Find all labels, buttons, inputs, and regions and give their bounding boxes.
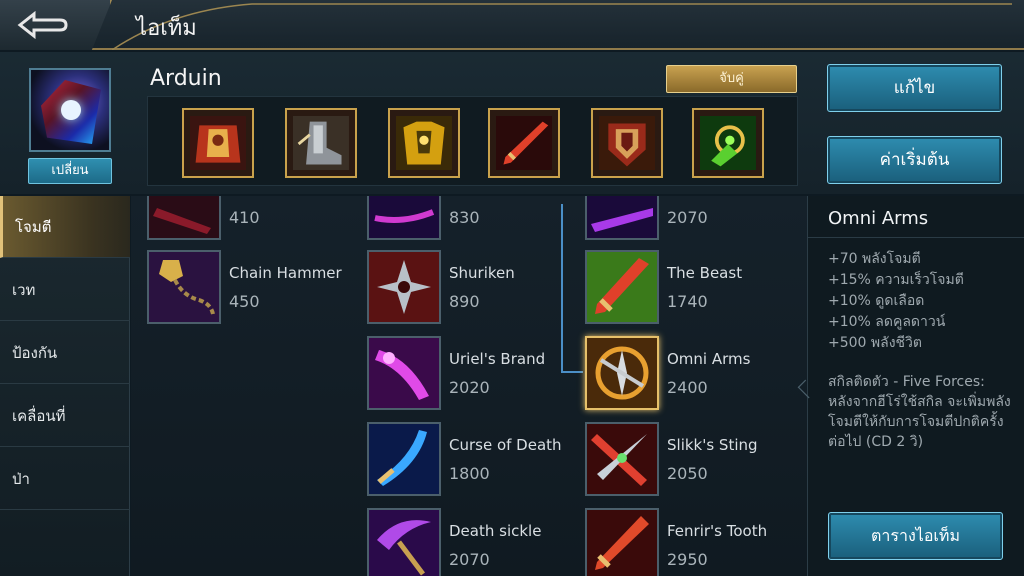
item-list-button[interactable]: ตารางไอเท็ม [828, 512, 1003, 560]
list-item[interactable]: Fenrir's Tooth 2950 [585, 508, 800, 576]
item-icon [367, 422, 441, 496]
stat-line: +500 พลังชีวิต [828, 335, 923, 351]
category-movement[interactable]: เคลื่อนที่ [0, 385, 130, 447]
page-title: ไอเท็ม [136, 16, 197, 41]
purple-blade-icon [587, 196, 657, 238]
item-price: 2070 [449, 550, 490, 569]
edit-button[interactable]: แก้ไข [827, 64, 1002, 112]
slikks-sting-icon [587, 424, 657, 494]
curse-of-death-icon [369, 424, 439, 494]
stat-line: +15% ความเร็วโจมตี [828, 272, 964, 288]
detail-title: Omni Arms [828, 208, 929, 229]
fenrirs-tooth-icon [587, 510, 657, 576]
list-item[interactable]: 830 [367, 196, 582, 242]
hero-name: Arduin [150, 66, 222, 91]
item-price: 2950 [667, 550, 708, 569]
list-item[interactable]: 2070 [585, 196, 800, 242]
build-slot-5[interactable] [591, 108, 663, 178]
passive-description: สกิลติดตัว - Five Forces: หลังจากฮีโร่ใช… [828, 374, 1011, 450]
item-icon [367, 508, 441, 576]
item-icon [585, 336, 659, 410]
red-blade-icon [496, 116, 552, 171]
list-item[interactable]: Omni Arms 2400 [585, 336, 800, 412]
list-item[interactable]: The Beast 1740 [585, 250, 800, 326]
list-item[interactable]: Death sickle 2070 [367, 508, 582, 576]
item-icon [367, 336, 441, 410]
item-price: 890 [449, 292, 480, 311]
category-attack[interactable]: โจมตี [0, 196, 130, 258]
omni-arms-icon [587, 338, 657, 408]
crimson-shield-icon [599, 116, 655, 171]
item-icon [585, 422, 659, 496]
item-name: Death sickle [449, 522, 542, 540]
pair-button[interactable]: จับคู่ [666, 65, 797, 93]
stat-line: +10% ลดคูลดาวน์ [828, 314, 946, 330]
chain-hammer-icon [149, 252, 219, 322]
gold-armor-icon [396, 116, 452, 171]
item-name: Chain Hammer [229, 264, 342, 282]
green-amulet-icon [700, 116, 756, 171]
item-icon [585, 250, 659, 324]
build-slot-2[interactable] [285, 108, 357, 178]
item-name: Slikk's Sting [667, 436, 758, 454]
dark-blade-icon [149, 196, 219, 238]
item-price: 2070 [667, 208, 708, 227]
boots-icon [293, 116, 349, 171]
list-item[interactable]: Slikk's Sting 2050 [585, 422, 800, 498]
item-name: Fenrir's Tooth [667, 522, 768, 540]
item-icon [585, 196, 659, 240]
item-name: The Beast [667, 264, 743, 282]
build-slot-3[interactable] [388, 108, 460, 178]
uriels-brand-icon [369, 338, 439, 408]
item-icon [367, 250, 441, 324]
build-slot-4[interactable] [488, 108, 560, 178]
item-price: 410 [229, 208, 260, 227]
list-item[interactable]: Curse of Death 1800 [367, 422, 582, 498]
category-jungle[interactable]: ป่า [0, 448, 130, 510]
item-icon [147, 250, 221, 324]
item-name: Omni Arms [667, 350, 751, 368]
item-name: Curse of Death [449, 436, 562, 454]
build-slot-6[interactable] [692, 108, 764, 178]
item-price: 830 [449, 208, 480, 227]
divider [808, 237, 1024, 238]
red-cape-armor-icon [190, 116, 246, 171]
list-item[interactable]: Uriel's Brand 2020 [367, 336, 582, 412]
category-nav: โจมตี เวท ป้องกัน เคลื่อนที่ ป่า [0, 196, 130, 576]
item-name: Shuriken [449, 264, 515, 282]
stat-line: +70 พลังโจมตี [828, 251, 921, 267]
list-item[interactable]: Chain Hammer 450 [147, 250, 362, 326]
item-price: 2050 [667, 464, 708, 483]
hero-portrait[interactable] [29, 68, 111, 152]
item-price: 2020 [449, 378, 490, 397]
item-icon [585, 508, 659, 576]
item-icon [367, 196, 441, 240]
back-arrow-icon [17, 10, 68, 40]
back-button[interactable] [0, 0, 112, 50]
category-magic[interactable]: เวท [0, 259, 130, 321]
hero-glow [61, 100, 81, 120]
list-item[interactable]: Shuriken 890 [367, 250, 582, 326]
death-sickle-icon [369, 510, 439, 576]
item-name: Uriel's Brand [449, 350, 546, 368]
shuriken-icon [369, 252, 439, 322]
category-defense[interactable]: ป้องกัน [0, 322, 130, 384]
reset-default-button[interactable]: ค่าเริ่มต้น [827, 136, 1002, 184]
item-price: 450 [229, 292, 260, 311]
item-price: 1740 [667, 292, 708, 311]
item-detail-panel: Omni Arms +70 พลังโจมตี +15% ความเร็วโจม… [797, 196, 1024, 576]
top-bar-ornament [112, 3, 1012, 50]
change-hero-button[interactable]: เปลี่ยน [28, 158, 112, 184]
item-price: 1800 [449, 464, 490, 483]
the-beast-icon [587, 252, 657, 322]
top-bar: ไอเท็ม [0, 0, 1024, 50]
list-item[interactable]: 410 [147, 196, 362, 242]
item-list: 410 Chain Hammer 450 830 Shuriken 890 Ur… [131, 196, 807, 576]
build-slot-1[interactable] [182, 108, 254, 178]
purple-staff-icon [369, 196, 439, 238]
item-price: 2400 [667, 378, 708, 397]
stat-line: +10% ดูดเลือด [828, 293, 925, 309]
item-icon [147, 196, 221, 240]
